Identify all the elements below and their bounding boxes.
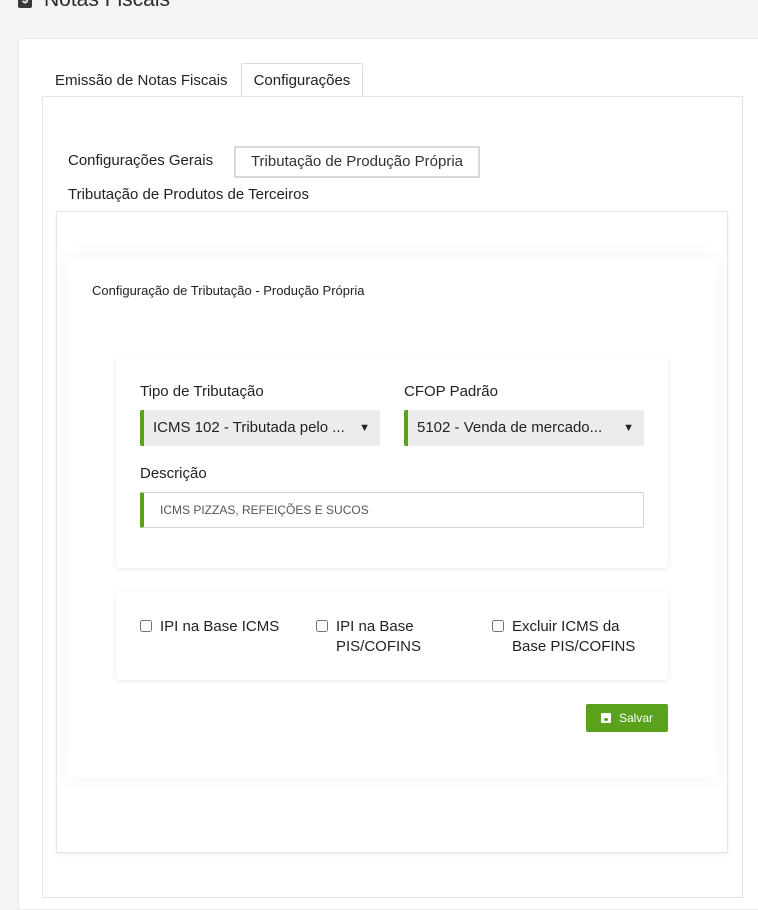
excluir-icms-checkbox[interactable] [492, 620, 504, 632]
checkbox-excluir-icms[interactable]: Excluir ICMS da Base PIS/COFINS [492, 617, 642, 657]
checkbox-ipi-base-pis-cofins[interactable]: IPI na Base PIS/COFINS [316, 617, 446, 657]
caret-down-icon: ▼ [623, 422, 634, 434]
save-button-label: Salvar [618, 711, 653, 725]
ipi-base-pis-cofins-checkbox[interactable] [316, 620, 328, 632]
subtab-tributacao-terceiros[interactable]: Tributação de Produtos de Terceiros [68, 186, 309, 203]
tipo-tributacao-label: Tipo de Tributação [140, 383, 264, 400]
tab-configuracoes[interactable]: Configurações [240, 63, 364, 97]
cfop-value: 5102 - Venda de mercado... [417, 419, 603, 436]
ipi-base-icms-checkbox[interactable] [140, 620, 152, 632]
subtab-tributacao-producao-propria[interactable]: Tributação de Produção Própria [234, 146, 480, 178]
ipi-base-icms-label: IPI na Base ICMS [160, 618, 280, 635]
page-title-text: Notas Fiscais [44, 0, 170, 12]
ipi-base-pis-cofins-label: IPI na Base PIS/COFINS [336, 618, 422, 655]
cfop-select[interactable]: 5102 - Venda de mercado... ▼ [404, 410, 644, 446]
page-title: $ Notas Fiscais [18, 0, 170, 12]
dollar-document-icon: $ [18, 0, 32, 8]
tab-emissao[interactable]: Emissão de Notas Fiscais [42, 63, 241, 97]
excluir-icms-label: Excluir ICMS da Base PIS/COFINS [512, 618, 636, 655]
caret-down-icon: ▼ [359, 422, 370, 434]
checkbox-ipi-base-icms[interactable]: IPI na Base ICMS [140, 617, 300, 637]
main-tabs: Emissão de Notas Fiscais Configurações [42, 63, 364, 97]
subtab-configuracoes-gerais[interactable]: Configurações Gerais [68, 152, 213, 169]
tipo-tributacao-select[interactable]: ICMS 102 - Tributada pelo ... ▼ [140, 410, 380, 446]
descricao-input[interactable] [140, 492, 644, 528]
descricao-label: Descrição [140, 465, 207, 482]
cfop-label: CFOP Padrão [404, 383, 498, 400]
tipo-tributacao-value: ICMS 102 - Tributada pelo ... [153, 419, 345, 436]
floppy-disk-icon [600, 713, 611, 723]
save-button[interactable]: Salvar [586, 704, 668, 732]
config-title: Configuração de Tributação - Produção Pr… [92, 283, 365, 298]
